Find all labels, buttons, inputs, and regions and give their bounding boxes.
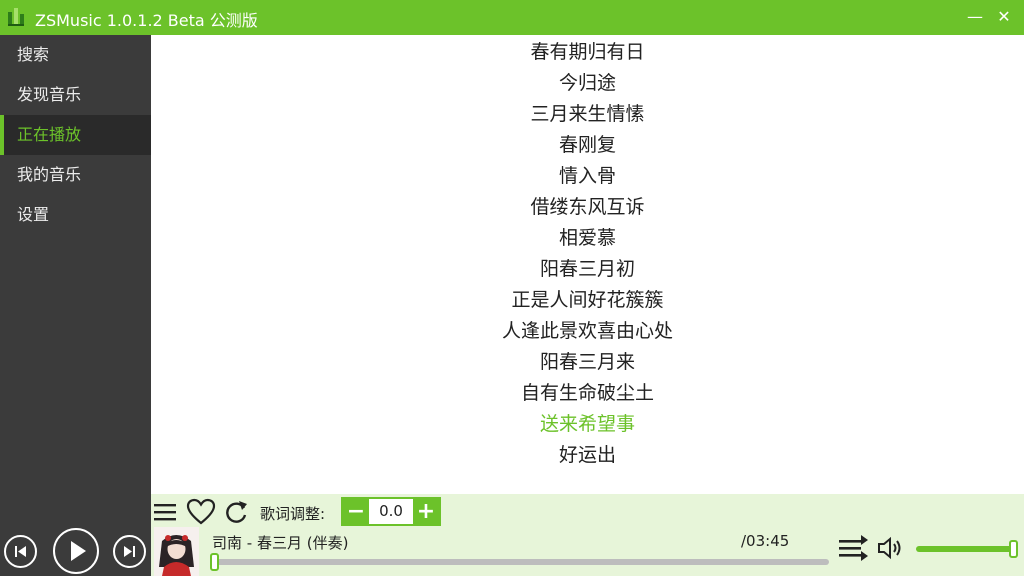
sidebar-item-discover[interactable]: 发现音乐 [0, 75, 151, 115]
sidebar-item-my-music[interactable]: 我的音乐 [0, 155, 151, 195]
app-title: ZSMusic 1.0.1.2 Beta 公测版 [35, 11, 258, 30]
lyric-line: 好运出 [558, 444, 616, 466]
previous-track-icon[interactable] [4, 535, 37, 568]
album-cover[interactable] [154, 527, 199, 576]
lyric-line: 自有生命破尘土 [520, 382, 654, 404]
lyric-offset-increase-button[interactable]: + [413, 499, 439, 524]
seek-bar[interactable] [210, 553, 829, 571]
lyric-line: 春刚复 [558, 134, 616, 156]
lyric-line: 情入骨 [558, 165, 616, 187]
title-bar: ZSMusic 1.0.1.2 Beta 公测版 — ✕ [0, 0, 1024, 35]
lyric-offset-stepper: − 0.0 + [341, 497, 441, 526]
lyric-line: 春有期归有日 [530, 41, 645, 63]
song-title: 司南 - 春三月 (伴奏) [212, 534, 349, 552]
play-icon[interactable] [53, 528, 99, 574]
lyric-line: 人逢此景欢喜由心处 [501, 320, 673, 342]
lyric-offset-value[interactable]: 0.0 [371, 502, 411, 520]
volume-slider[interactable] [916, 540, 1018, 558]
close-button[interactable]: ✕ [991, 4, 1017, 30]
playback-controls [0, 522, 151, 576]
lyric-line-current: 送来希望事 [539, 413, 635, 435]
album-art-image [154, 527, 199, 576]
player-bar: 歌词调整: − 0.0 + 司南 - 春三月 (伴奏) /03:45 [151, 494, 1024, 576]
lyric-line: 阳春三月初 [539, 258, 635, 280]
lyric-line: 阳春三月来 [539, 351, 635, 373]
sidebar-item-settings[interactable]: 设置 [0, 195, 151, 235]
sidebar-item-search[interactable]: 搜索 [0, 35, 151, 75]
loop-mode-icon[interactable] [223, 498, 249, 526]
lyric-line: 正是人间好花簇簇 [511, 289, 664, 311]
next-track-icon[interactable] [113, 535, 146, 568]
lyric-line: 借缕东风互诉 [530, 196, 645, 218]
sidebar-item-now-playing[interactable]: 正在播放 [0, 115, 151, 155]
sidebar: 搜索 发现音乐 正在播放 我的音乐 设置 [0, 35, 151, 576]
playlist-menu-icon[interactable] [154, 502, 176, 522]
lyric-line: 今归途 [558, 72, 616, 94]
song-duration: /03:45 [741, 532, 790, 550]
volume-handle[interactable] [1009, 540, 1018, 558]
volume-icon[interactable] [877, 535, 905, 561]
minimize-button[interactable]: — [962, 4, 988, 30]
favorite-heart-icon[interactable] [186, 498, 216, 526]
lyric-offset-decrease-button[interactable]: − [343, 499, 369, 524]
app-logo-icon [8, 8, 24, 26]
lyrics-panel: 春有期归有日 今归途 三月来生情愫 春刚复 情入骨 借缕东风互诉 相爱慕 阳春三… [151, 35, 1024, 494]
lyric-line: 相爱慕 [558, 227, 616, 249]
playlist-queue-icon[interactable] [839, 534, 869, 562]
lyric-line: 三月来生情愫 [530, 103, 645, 125]
lyric-adjust-label: 歌词调整: [260, 505, 326, 523]
seek-handle[interactable] [210, 553, 219, 571]
